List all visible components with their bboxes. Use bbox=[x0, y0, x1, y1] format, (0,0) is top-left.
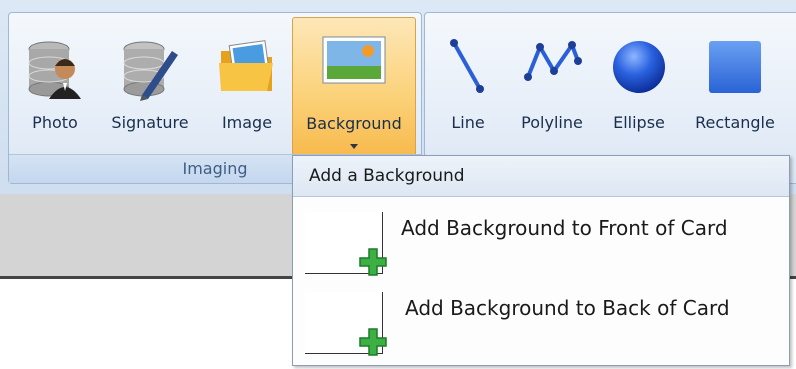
background-label: Background bbox=[306, 114, 402, 133]
add-icon bbox=[358, 247, 388, 281]
signature-button[interactable]: Signature bbox=[97, 25, 203, 155]
polyline-button[interactable]: Polyline bbox=[509, 25, 595, 155]
signature-label: Signature bbox=[111, 113, 189, 132]
add-background-front-label: Add Background to Front of Card bbox=[401, 216, 728, 240]
line-icon bbox=[446, 37, 490, 101]
line-label: Line bbox=[451, 113, 485, 132]
rectangle-button[interactable]: Rectangle bbox=[683, 25, 787, 155]
photo-button[interactable]: Photo bbox=[15, 25, 95, 155]
rectangle-label: Rectangle bbox=[695, 113, 775, 132]
add-background-back-item[interactable]: Add Background to Back of Card bbox=[293, 284, 789, 364]
add-background-back-label: Add Background to Back of Card bbox=[405, 296, 730, 320]
photo-label: Photo bbox=[32, 113, 78, 132]
ellipse-button[interactable]: Ellipse bbox=[601, 25, 677, 155]
add-background-front-item[interactable]: Add Background to Front of Card bbox=[293, 204, 789, 284]
dropdown-arrow-icon bbox=[350, 144, 358, 149]
ellipse-label: Ellipse bbox=[613, 113, 665, 132]
polyline-label: Polyline bbox=[521, 113, 583, 132]
card-front-thumbnail bbox=[305, 212, 387, 276]
image-button[interactable]: Image bbox=[207, 25, 287, 155]
image-label: Image bbox=[221, 113, 273, 132]
background-button[interactable]: Background bbox=[292, 17, 416, 159]
background-picture-icon bbox=[322, 36, 386, 88]
polyline-icon bbox=[522, 37, 582, 101]
rectangle-icon bbox=[707, 37, 763, 101]
menu-header: Add a Background bbox=[293, 156, 789, 197]
signature-database-icon bbox=[120, 37, 180, 107]
line-button[interactable]: Line bbox=[435, 25, 501, 155]
card-back-thumbnail bbox=[305, 292, 387, 356]
image-folder-icon bbox=[217, 37, 277, 101]
add-icon bbox=[358, 327, 388, 361]
ellipse-icon bbox=[611, 37, 667, 101]
background-dropdown-menu: Add a Background Add Background to Front… bbox=[292, 155, 790, 366]
photo-database-icon bbox=[25, 37, 85, 107]
